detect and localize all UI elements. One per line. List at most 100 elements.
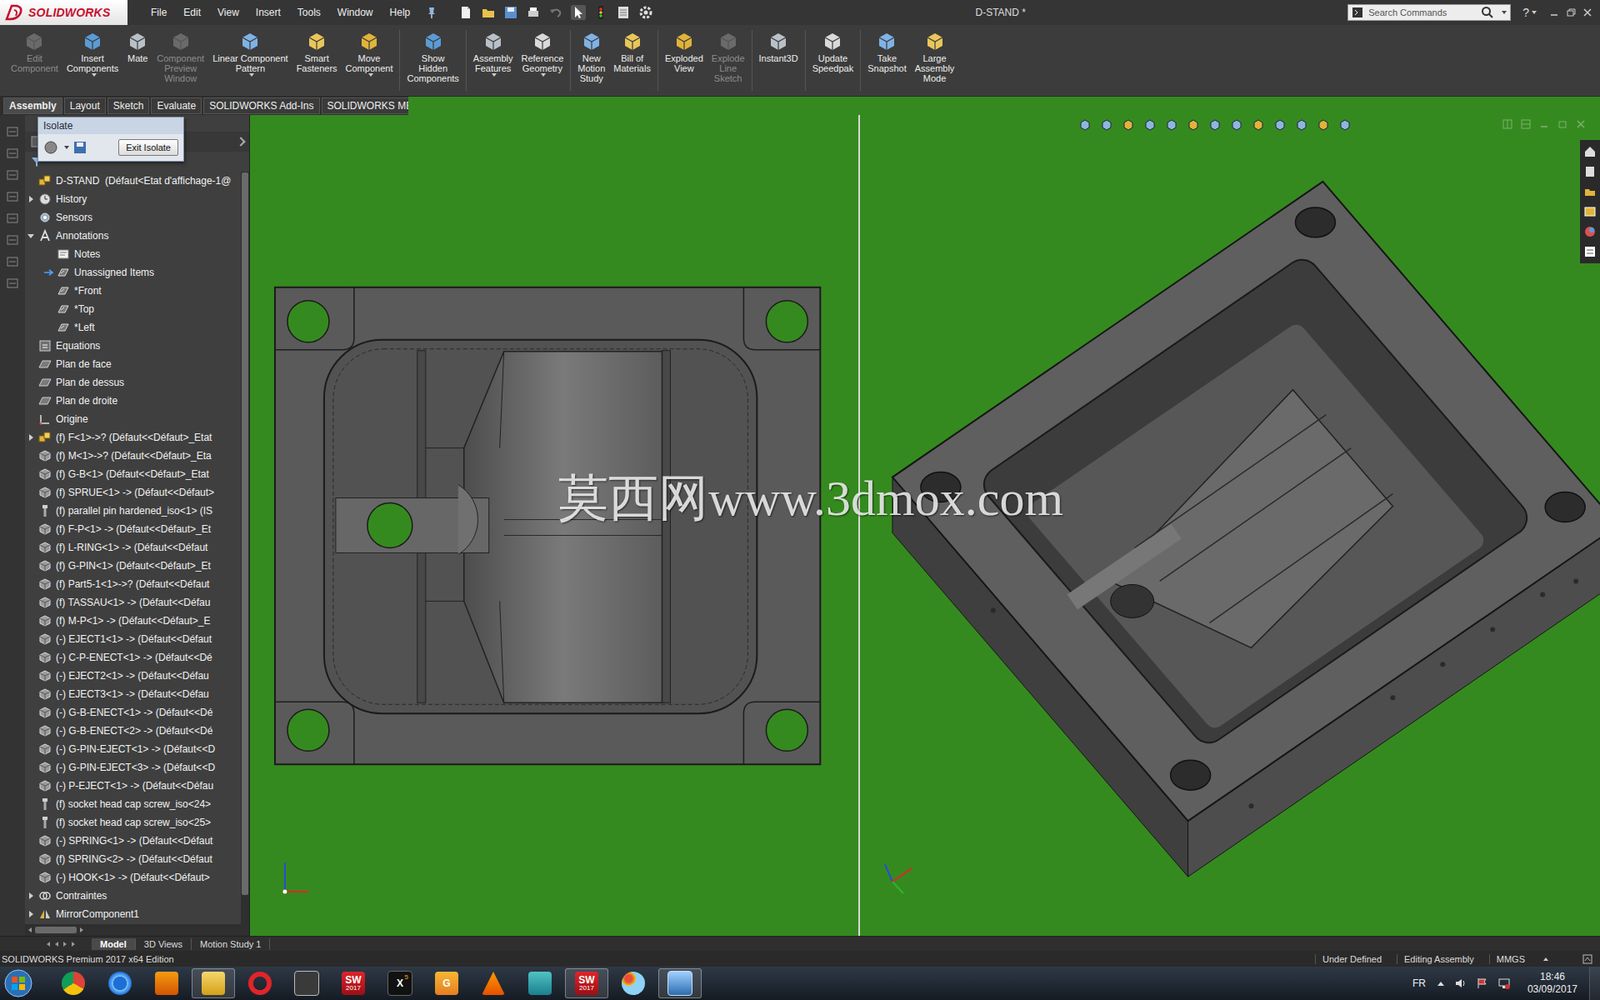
expand-arrow[interactable] [29, 892, 34, 900]
view-tool-icon[interactable] [1121, 118, 1135, 132]
status-item[interactable]: Under Defined [1315, 954, 1389, 965]
top-viewport[interactable] [250, 115, 859, 936]
close-icon[interactable] [1581, 6, 1594, 19]
menu-item[interactable]: File [142, 6, 175, 19]
options-gear-icon[interactable] [638, 5, 654, 20]
status-item[interactable]: MMGS [1489, 954, 1532, 965]
tree-item[interactable]: Plan de face [25, 355, 241, 374]
previous-tab-arrow[interactable] [55, 941, 59, 947]
viewport-divider[interactable] [858, 115, 860, 936]
menu-item[interactable]: Edit [175, 6, 210, 19]
isometric-viewport[interactable] [860, 115, 1600, 936]
panel-tool-icon[interactable] [5, 190, 20, 204]
tree-item[interactable]: Equations [25, 336, 241, 355]
panel-tool-icon[interactable] [5, 255, 20, 269]
show-hidden-icons[interactable] [1437, 981, 1445, 986]
tree-item[interactable]: (f) SPRUE<1> -> (Défaut<<Défaut> [25, 483, 241, 502]
units-menu-arrow[interactable] [1543, 957, 1549, 961]
toolbar-button[interactable]: ComponentPreviewWindow [152, 28, 209, 85]
toolbar-button[interactable]: Instant3D [755, 28, 803, 65]
toolbar-button[interactable]: Bill ofMaterials [609, 28, 655, 75]
file-explorer-icon[interactable] [1583, 205, 1597, 219]
search-dropdown[interactable] [1501, 10, 1507, 15]
first-tab-arrow[interactable] [46, 941, 50, 947]
dropdown-arrow[interactable] [540, 73, 546, 77]
view-tool-icon[interactable] [1230, 118, 1244, 132]
tree-item[interactable]: (-) EJECT3<1> -> (Défaut<<Défau [25, 685, 241, 704]
tree-item[interactable]: (f) F-P<1> -> (Défaut<<Défaut>_Et [25, 520, 241, 539]
solidworks-logo[interactable]: SOLIDWORKS [0, 0, 128, 25]
taskbar-app[interactable] [471, 968, 515, 999]
model-tab[interactable]: 3D Views [135, 938, 192, 950]
tree-item[interactable]: (f) M<1>->? (Défaut<<Défaut>_Eta [25, 446, 241, 465]
appearances-icon[interactable] [1583, 225, 1597, 239]
tree-item[interactable]: Unassigned Items [25, 263, 241, 282]
taskbar-app[interactable]: SW2017 [331, 968, 375, 999]
expand-arrow[interactable] [29, 910, 34, 918]
view-tool-icon[interactable] [1078, 118, 1092, 132]
menu-item[interactable]: Insert [247, 6, 290, 19]
tree-item[interactable]: (-) G-PIN-EJECT<1> -> (Défaut<<D [25, 740, 241, 759]
taskbar-app[interactable] [191, 968, 235, 999]
toolbar-button[interactable]: AssemblyFeatures [469, 28, 518, 79]
restore-icon[interactable] [1565, 6, 1577, 19]
input-language[interactable]: FR [1412, 977, 1426, 990]
search-commands-field[interactable]: Search Commands [1347, 4, 1511, 21]
taskbar-app[interactable]: SW2017 [565, 968, 609, 999]
view-tool-icon[interactable] [1186, 118, 1200, 132]
toolbar-button[interactable]: SmartFasteners [292, 28, 342, 75]
expand-arrow[interactable] [29, 434, 34, 441]
custom-properties-icon[interactable] [1583, 245, 1597, 259]
tree-horizontal-scrollbar[interactable] [25, 924, 250, 936]
tree-item[interactable]: *Front [25, 281, 241, 300]
print-icon[interactable] [525, 5, 541, 20]
split-horizontal-icon[interactable] [1520, 118, 1532, 130]
menu-item[interactable]: Window [329, 6, 382, 19]
volume-icon[interactable] [1454, 976, 1468, 990]
next-tab-arrow[interactable] [63, 941, 67, 947]
tree-item[interactable]: (f) M-P<1> -> (Défaut<<Défaut>_E [25, 611, 241, 630]
toolbar-button[interactable]: ShowHiddenComponents [402, 28, 463, 85]
minimize-icon[interactable] [1548, 6, 1560, 19]
collapse-arrow[interactable] [27, 234, 35, 239]
display-style-icon[interactable] [43, 140, 59, 155]
tree-item[interactable]: *Left [25, 318, 241, 337]
dropdown-arrow[interactable] [91, 73, 97, 77]
open-folder-icon[interactable] [480, 5, 496, 20]
tree-item[interactable]: (f) TASSAU<1> -> (Défaut<<Défau [25, 593, 241, 612]
tree-item[interactable]: History [25, 190, 241, 209]
toolbar-button[interactable]: ExplodeLineSketch [707, 28, 750, 85]
tree-vertical-scrollbar[interactable] [240, 171, 250, 925]
panel-tool-icon[interactable] [5, 211, 20, 225]
tree-item[interactable]: (f) G-B<1> (Défaut<<Défaut>_Etat [25, 465, 241, 484]
tree-item[interactable]: (f) socket head cap screw_iso<24> [25, 795, 241, 814]
show-desktop-button[interactable] [1589, 966, 1600, 1000]
dropdown-arrow[interactable] [368, 73, 374, 77]
restore-viewport-icon[interactable] [1556, 118, 1569, 130]
magnifier-icon[interactable] [1480, 5, 1495, 20]
select-arrow-icon[interactable] [570, 5, 586, 20]
panel-tool-icon[interactable] [5, 168, 20, 182]
view-tool-icon[interactable] [1208, 118, 1222, 132]
toolbar-button[interactable]: ReferenceGeometry [517, 28, 569, 79]
scroll-thumb[interactable] [241, 172, 249, 895]
command-tab[interactable]: Assembly [3, 97, 63, 115]
dropdown-arrow[interactable] [491, 73, 497, 77]
view-tool-icon[interactable] [1338, 118, 1352, 132]
save-icon[interactable] [503, 5, 519, 20]
taskbar-app[interactable] [611, 968, 655, 999]
status-options-icon[interactable] [1581, 953, 1594, 965]
view-tool-icon[interactable] [1100, 118, 1114, 132]
menu-item[interactable]: Tools [289, 6, 330, 19]
taskbar-app[interactable] [51, 968, 95, 999]
scroll-right-arrow[interactable] [80, 927, 84, 933]
new-document-icon[interactable] [458, 5, 474, 20]
tree-item[interactable]: (-) P-EJECT<1> -> (Défaut<<Défau [25, 776, 241, 795]
taskbar-app[interactable] [145, 968, 189, 999]
tree-item[interactable]: (f) L-RING<1> -> (Défaut<<Défaut [25, 538, 241, 557]
tree-item[interactable]: Plan de dessus [25, 373, 241, 392]
toolbar-button[interactable]: LargeAssemblyMode [910, 28, 960, 85]
more-tabs-chevron[interactable] [235, 136, 245, 146]
toolbar-button[interactable]: Linear ComponentPattern [208, 28, 293, 79]
display-style-dropdown[interactable] [64, 145, 70, 150]
